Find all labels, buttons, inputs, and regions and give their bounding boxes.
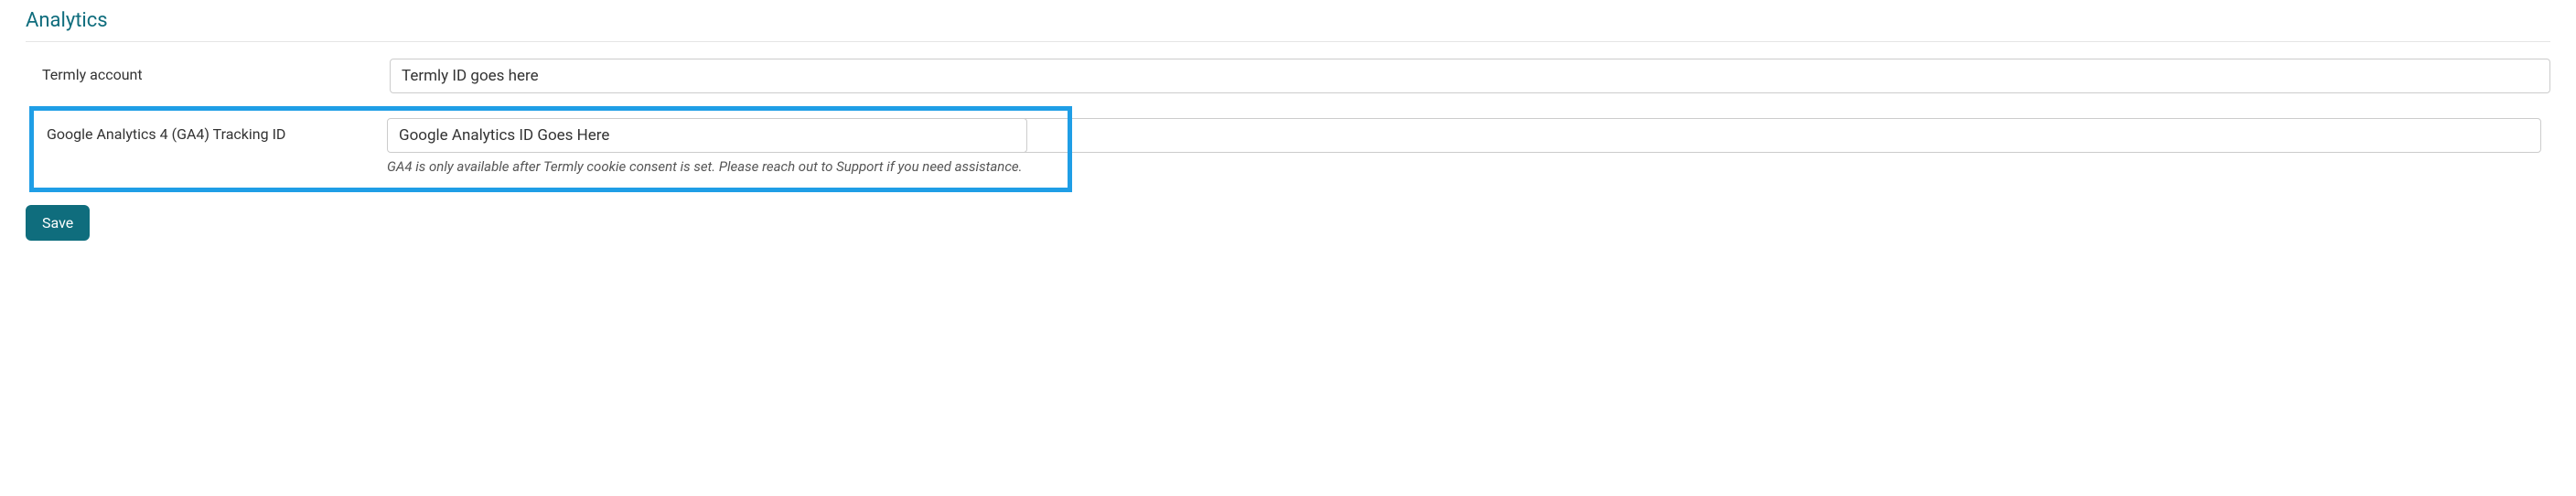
- termly-input[interactable]: [390, 59, 2550, 93]
- section-title: Analytics: [26, 9, 2550, 42]
- ga4-help-text: GA4 is only available after Termly cooki…: [387, 158, 1027, 175]
- ga4-label: Google Analytics 4 (GA4) Tracking ID: [47, 118, 387, 143]
- save-button[interactable]: Save: [26, 205, 90, 241]
- ga4-row-highlight: Google Analytics 4 (GA4) Tracking ID GA4…: [29, 106, 1072, 192]
- termly-row: Termly account: [26, 59, 2550, 93]
- termly-label: Termly account: [42, 59, 390, 83]
- ga4-input[interactable]: [387, 118, 1027, 153]
